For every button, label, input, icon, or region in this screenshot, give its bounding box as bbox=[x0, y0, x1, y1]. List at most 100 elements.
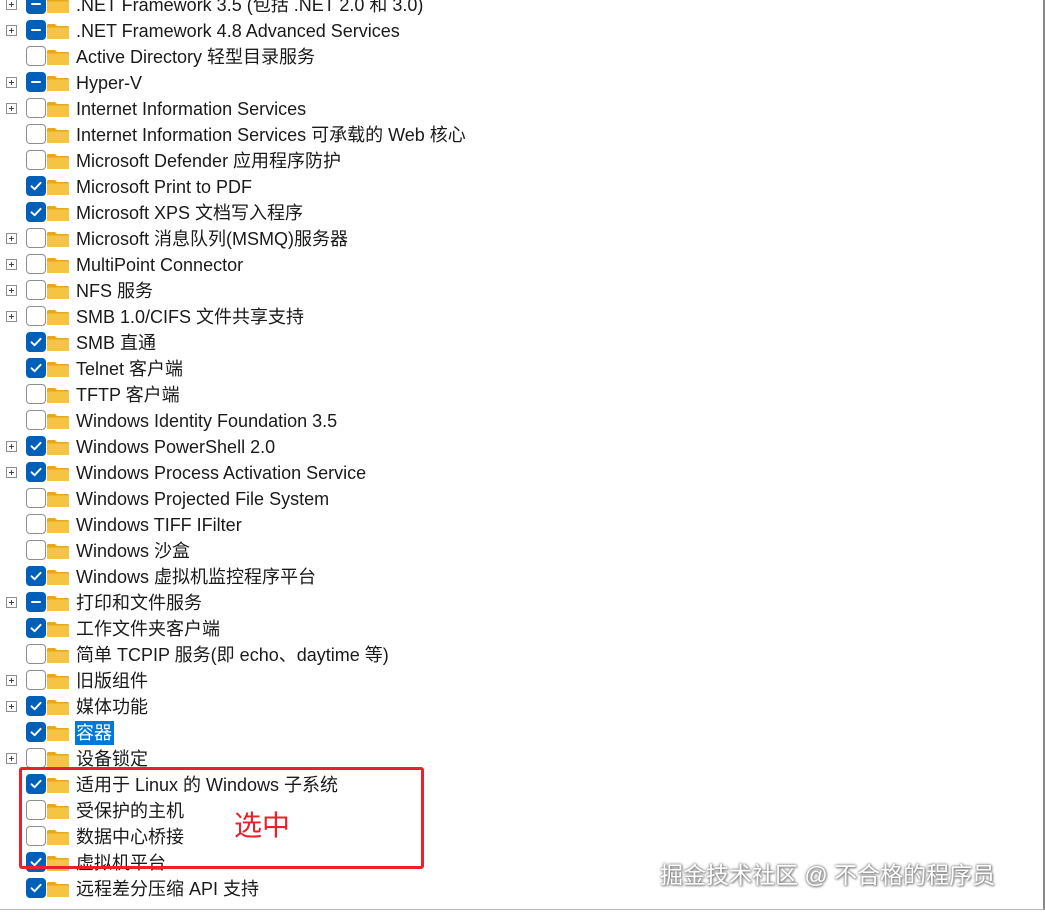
feature-row-18[interactable]: Windows PowerShell 2.0 bbox=[0, 435, 1040, 461]
feature-label: 虚拟机平台 bbox=[76, 853, 166, 873]
feature-row-16[interactable]: TFTP 客户端 bbox=[0, 383, 1040, 409]
expand-plus-icon[interactable] bbox=[6, 25, 17, 36]
checkbox-checked[interactable] bbox=[26, 878, 46, 898]
feature-row-10[interactable]: Microsoft 消息队列(MSMQ)服务器 bbox=[0, 227, 1040, 253]
expand-plus-icon[interactable] bbox=[6, 753, 17, 764]
checkbox-unchecked[interactable] bbox=[26, 410, 46, 430]
feature-row-6[interactable]: Internet Information Services 可承载的 Web 核… bbox=[0, 123, 1040, 149]
expand-plus-icon[interactable] bbox=[6, 701, 17, 712]
expand-plus-icon[interactable] bbox=[6, 467, 17, 478]
checkbox-unchecked[interactable] bbox=[26, 826, 46, 846]
checkbox-unchecked[interactable] bbox=[26, 670, 46, 690]
checkbox-unchecked[interactable] bbox=[26, 150, 46, 170]
checkbox-unchecked[interactable] bbox=[26, 228, 46, 248]
feature-row-1[interactable]: .NET Framework 3.5 (包括 .NET 2.0 和 3.0) bbox=[0, 0, 1040, 19]
checkbox-checked[interactable] bbox=[26, 436, 46, 456]
checkbox-unchecked[interactable] bbox=[26, 124, 46, 144]
folder-icon bbox=[46, 360, 70, 378]
feature-row-27[interactable]: 旧版组件 bbox=[0, 669, 1040, 695]
expand-plus-icon[interactable] bbox=[6, 233, 17, 244]
checkbox-checked[interactable] bbox=[26, 618, 46, 638]
checkbox-checked[interactable] bbox=[26, 462, 46, 482]
feature-row-4[interactable]: Hyper-V bbox=[0, 71, 1040, 97]
feature-row-33[interactable]: 数据中心桥接 bbox=[0, 825, 1040, 851]
feature-row-17[interactable]: Windows Identity Foundation 3.5 bbox=[0, 409, 1040, 435]
feature-row-15[interactable]: Telnet 客户端 bbox=[0, 357, 1040, 383]
feature-row-14[interactable]: SMB 直通 bbox=[0, 331, 1040, 357]
checkbox-checked[interactable] bbox=[26, 696, 46, 716]
feature-row-22[interactable]: Windows 沙盒 bbox=[0, 539, 1040, 565]
feature-label: SMB 直通 bbox=[76, 333, 157, 353]
feature-row-32[interactable]: 受保护的主机 bbox=[0, 799, 1040, 825]
folder-icon bbox=[46, 776, 70, 794]
checkbox-checked[interactable] bbox=[26, 722, 46, 742]
feature-row-23[interactable]: Windows 虚拟机监控程序平台 bbox=[0, 565, 1040, 591]
folder-icon bbox=[46, 204, 70, 222]
checkbox-unchecked[interactable] bbox=[26, 540, 46, 560]
feature-row-8[interactable]: Microsoft Print to PDF bbox=[0, 175, 1040, 201]
feature-row-26[interactable]: 简单 TCPIP 服务(即 echo、daytime 等) bbox=[0, 643, 1040, 669]
checkbox-checked[interactable] bbox=[26, 774, 46, 794]
feature-row-20[interactable]: Windows Projected File System bbox=[0, 487, 1040, 513]
folder-icon bbox=[46, 126, 70, 144]
feature-row-19[interactable]: Windows Process Activation Service bbox=[0, 461, 1040, 487]
feature-label: MultiPoint Connector bbox=[76, 255, 244, 275]
expand-plus-icon[interactable] bbox=[6, 441, 17, 452]
expand-plus-icon[interactable] bbox=[6, 259, 17, 270]
feature-row-7[interactable]: Microsoft Defender 应用程序防护 bbox=[0, 149, 1040, 175]
partial-dash-icon bbox=[31, 601, 41, 603]
checkbox-unchecked[interactable] bbox=[26, 254, 46, 274]
folder-icon bbox=[46, 828, 70, 846]
feature-row-21[interactable]: Windows TIFF IFilter bbox=[0, 513, 1040, 539]
expand-plus-icon[interactable] bbox=[6, 311, 17, 322]
feature-row-3[interactable]: Active Directory 轻型目录服务 bbox=[0, 45, 1040, 71]
expand-plus-icon[interactable] bbox=[6, 0, 17, 10]
feature-label: Microsoft 消息队列(MSMQ)服务器 bbox=[76, 229, 348, 249]
checkbox-partial[interactable] bbox=[26, 20, 46, 40]
checkbox-unchecked[interactable] bbox=[26, 306, 46, 326]
folder-icon bbox=[46, 854, 70, 872]
checkbox-unchecked[interactable] bbox=[26, 514, 46, 534]
feature-row-12[interactable]: NFS 服务 bbox=[0, 279, 1040, 305]
feature-row-11[interactable]: MultiPoint Connector bbox=[0, 253, 1040, 279]
feature-row-31[interactable]: 适用于 Linux 的 Windows 子系统 bbox=[0, 773, 1040, 799]
feature-row-24[interactable]: 打印和文件服务 bbox=[0, 591, 1040, 617]
expand-plus-icon[interactable] bbox=[6, 103, 17, 114]
checkbox-unchecked[interactable] bbox=[26, 748, 46, 768]
checkbox-checked[interactable] bbox=[26, 852, 46, 872]
checkbox-checked[interactable] bbox=[26, 332, 46, 352]
checkbox-unchecked[interactable] bbox=[26, 98, 46, 118]
feature-label: 打印和文件服务 bbox=[76, 593, 202, 613]
feature-row-30[interactable]: 设备锁定 bbox=[0, 747, 1040, 773]
checkbox-checked[interactable] bbox=[26, 176, 46, 196]
expand-plus-icon[interactable] bbox=[6, 285, 17, 296]
expand-plus-icon[interactable] bbox=[6, 77, 17, 88]
expand-plus-icon[interactable] bbox=[6, 597, 17, 608]
folder-icon bbox=[46, 750, 70, 768]
checkbox-partial[interactable] bbox=[26, 592, 46, 612]
checkbox-unchecked[interactable] bbox=[26, 46, 46, 66]
feature-row-29[interactable]: 容器 bbox=[0, 721, 1040, 747]
feature-row-5[interactable]: Internet Information Services bbox=[0, 97, 1040, 123]
checkbox-partial[interactable] bbox=[26, 0, 46, 14]
feature-label: 设备锁定 bbox=[76, 749, 148, 769]
folder-icon bbox=[46, 646, 70, 664]
checkbox-checked[interactable] bbox=[26, 566, 46, 586]
checkbox-unchecked[interactable] bbox=[26, 644, 46, 664]
checkbox-unchecked[interactable] bbox=[26, 488, 46, 508]
feature-row-13[interactable]: SMB 1.0/CIFS 文件共享支持 bbox=[0, 305, 1040, 331]
expand-plus-icon[interactable] bbox=[6, 675, 17, 686]
feature-label: Telnet 客户端 bbox=[76, 359, 184, 379]
checkbox-partial[interactable] bbox=[26, 72, 46, 92]
feature-row-2[interactable]: .NET Framework 4.8 Advanced Services bbox=[0, 19, 1040, 45]
feature-row-28[interactable]: 媒体功能 bbox=[0, 695, 1040, 721]
feature-row-34[interactable]: 虚拟机平台 bbox=[0, 851, 1040, 877]
checkbox-unchecked[interactable] bbox=[26, 800, 46, 820]
checkbox-checked[interactable] bbox=[26, 358, 46, 378]
feature-row-9[interactable]: Microsoft XPS 文档写入程序 bbox=[0, 201, 1040, 227]
checkbox-checked[interactable] bbox=[26, 202, 46, 222]
feature-row-35[interactable]: 远程差分压缩 API 支持 bbox=[0, 877, 1040, 903]
checkbox-unchecked[interactable] bbox=[26, 280, 46, 300]
feature-row-25[interactable]: 工作文件夹客户端 bbox=[0, 617, 1040, 643]
checkbox-unchecked[interactable] bbox=[26, 384, 46, 404]
